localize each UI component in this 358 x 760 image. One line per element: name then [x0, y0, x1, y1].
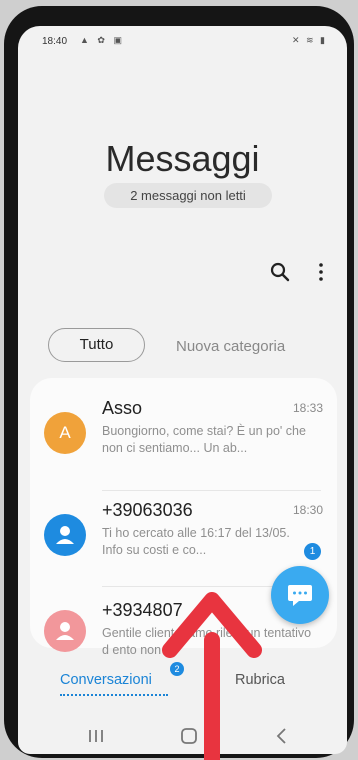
- compose-button[interactable]: [271, 566, 329, 624]
- conversation-row[interactable]: A Asso 18:33 Buongiorno, come stai? È un…: [30, 390, 337, 484]
- filter-new-category[interactable]: Nuova categoria: [176, 338, 285, 355]
- contact-name: +39063036: [102, 500, 193, 520]
- back-icon[interactable]: [268, 722, 296, 750]
- status-bar: 18:40 ▲ ✿ ▣ ✕ ≋ ▮: [18, 26, 347, 54]
- person-icon: [56, 526, 74, 544]
- message-preview: Ti ho cercato alle 16:17 del 13/05. Info…: [102, 526, 290, 557]
- contact-name: +3934807: [102, 600, 183, 620]
- home-icon[interactable]: [175, 722, 203, 750]
- tab-conversations[interactable]: Conversazioni: [60, 672, 152, 688]
- tab-active-indicator: [60, 694, 168, 696]
- unread-count-pill: 2 messaggi non letti: [104, 183, 272, 208]
- avatar: [44, 514, 86, 556]
- more-vertical-icon[interactable]: [309, 260, 333, 284]
- message-preview: Buongiorno, come stai? È un po' che non …: [102, 424, 306, 455]
- tab-badge: 2: [170, 662, 184, 676]
- avatar: A: [44, 412, 86, 454]
- avatar: [44, 610, 86, 652]
- chat-bubble-icon: [288, 585, 312, 606]
- phone-frame: 18:40 ▲ ✿ ▣ ✕ ≋ ▮ Messaggi 2 messaggi no…: [4, 6, 354, 758]
- status-notification-icons: ▲ ✿ ▣: [80, 35, 125, 45]
- navigation-bar: [18, 718, 347, 754]
- person-icon: [56, 622, 74, 640]
- screen: 18:40 ▲ ✿ ▣ ✕ ≋ ▮ Messaggi 2 messaggi no…: [18, 26, 347, 754]
- unread-badge: 1: [304, 543, 321, 560]
- page-title: Messaggi: [105, 138, 260, 179]
- tab-contacts[interactable]: Rubrica: [235, 672, 285, 688]
- message-preview: Gentile cliente, amo rile... un tentativ…: [102, 626, 312, 657]
- status-time: 18:40: [42, 36, 68, 47]
- contact-name: Asso: [102, 398, 143, 418]
- status-system-icons: ✕ ≋ ▮: [291, 35, 327, 45]
- filter-all-chip[interactable]: Tutto: [48, 328, 145, 362]
- recents-icon[interactable]: [82, 722, 110, 750]
- search-icon[interactable]: [268, 260, 292, 284]
- message-time: 18:33: [292, 401, 323, 415]
- message-time: 18:30: [292, 503, 323, 517]
